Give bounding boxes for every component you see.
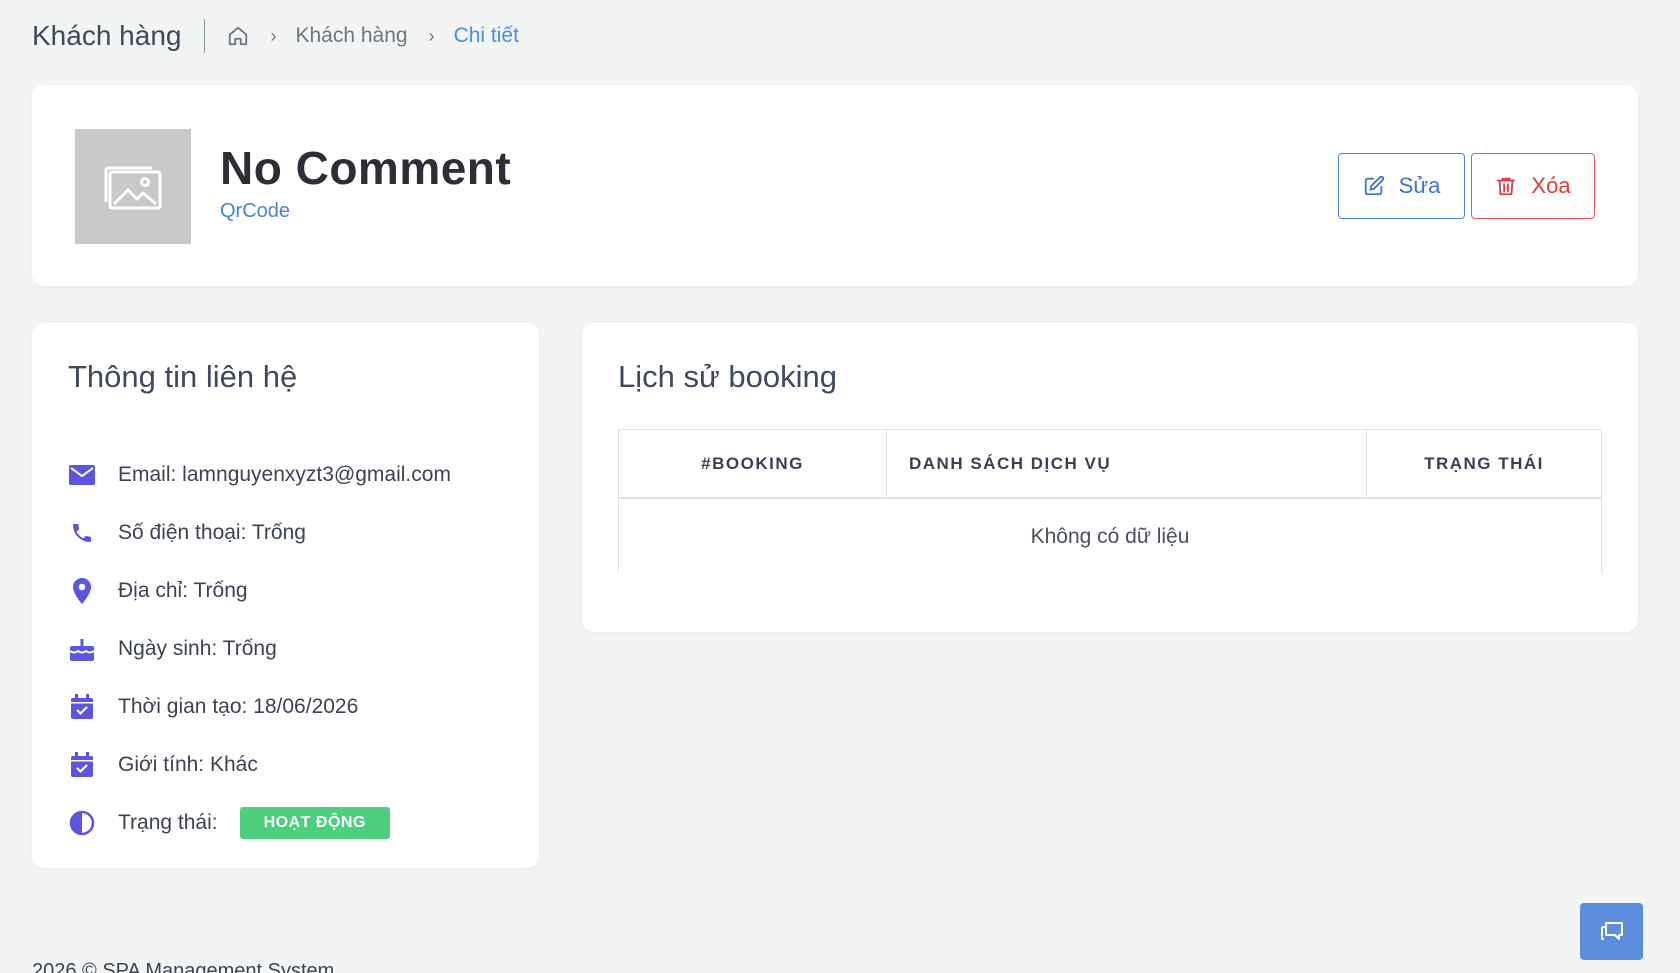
qrcode-link[interactable]: QrCode — [220, 200, 290, 223]
phone-icon — [68, 519, 96, 547]
image-placeholder-icon — [104, 166, 162, 209]
column-header-services[interactable]: DANH SÁCH DỊCH VỤ — [887, 430, 1367, 497]
contact-birthday: Ngày sinh: Trống — [118, 637, 277, 660]
chat-icon — [1600, 921, 1623, 940]
cake-icon — [68, 635, 96, 663]
avatar — [75, 129, 191, 244]
contact-created: Thời gian tạo: 18/06/2026 — [118, 695, 359, 718]
contact-row-address: Địa chỉ: Trống — [68, 562, 518, 620]
calendar-check-icon — [68, 751, 96, 779]
booking-history-card: Lịch sử booking #BOOKING DANH SÁCH DỊCH … — [582, 323, 1638, 632]
page-header: Khách hàng › Khách hàng › Chi tiết — [32, 16, 519, 56]
contact-phone: Số điện thoại: Trống — [118, 521, 306, 544]
map-pin-icon — [68, 577, 96, 605]
column-header-booking[interactable]: #BOOKING — [619, 430, 887, 497]
contact-list: Email: lamnguyenxyzt3@gmail.com Số điện … — [68, 446, 518, 852]
chat-button[interactable] — [1580, 903, 1643, 960]
header-divider — [204, 19, 206, 53]
contrast-icon — [68, 809, 96, 837]
mail-icon — [68, 461, 96, 489]
booking-table: #BOOKING DANH SÁCH DỊCH VỤ TRẠNG THÁI Kh… — [618, 429, 1602, 574]
delete-button-label: Xóa — [1531, 173, 1571, 198]
breadcrumb: › Khách hàng › Chi tiết — [227, 24, 519, 48]
contact-status-label: Trạng thái: — [118, 811, 218, 834]
breadcrumb-item-detail: Chi tiết — [453, 24, 519, 47]
customer-name: No Comment — [220, 142, 512, 194]
edit-button[interactable]: Sửa — [1338, 153, 1465, 219]
contact-row-birthday: Ngày sinh: Trống — [68, 620, 518, 678]
booking-card-title: Lịch sử booking — [618, 359, 837, 394]
calendar-check-icon — [68, 693, 96, 721]
contact-address: Địa chỉ: Trống — [118, 579, 248, 602]
status-badge: HOẠT ĐỘNG — [239, 807, 390, 839]
page-title: Khách hàng — [32, 20, 182, 51]
breadcrumb-item-customers[interactable]: Khách hàng — [295, 24, 407, 48]
edit-button-label: Sửa — [1398, 173, 1441, 198]
contact-row-email: Email: lamnguyenxyzt3@gmail.com — [68, 446, 518, 504]
contact-card: Thông tin liên hệ Email: lamnguyenxyzt3@… — [32, 323, 539, 868]
empty-state-text: Không có dữ liệu — [1030, 524, 1190, 548]
contact-gender: Giới tính: Khác — [118, 753, 258, 776]
contact-email: Email: lamnguyenxyzt3@gmail.com — [118, 463, 451, 486]
contact-row-created: Thời gian tạo: 18/06/2026 — [68, 678, 518, 736]
contact-row-gender: Giới tính: Khác — [68, 736, 518, 794]
contact-row-status: Trạng thái: HOẠT ĐỘNG — [68, 794, 518, 852]
footer-text: 2026 © SPA Management System — [32, 960, 335, 973]
contact-row-phone: Số điện thoại: Trống — [68, 504, 518, 562]
delete-button[interactable]: Xóa — [1471, 153, 1595, 219]
contact-card-title: Thông tin liên hệ — [68, 359, 298, 394]
edit-icon — [1364, 175, 1384, 196]
profile-card: No Comment QrCode Sửa Xóa — [32, 85, 1638, 286]
column-header-status[interactable]: TRẠNG THÁI — [1367, 430, 1601, 497]
trash-icon — [1497, 177, 1516, 196]
breadcrumb-separator: › — [270, 25, 277, 46]
breadcrumb-separator: › — [428, 25, 435, 46]
home-icon[interactable] — [227, 25, 249, 47]
booking-table-header: #BOOKING DANH SÁCH DỊCH VỤ TRẠNG THÁI — [619, 430, 1601, 499]
